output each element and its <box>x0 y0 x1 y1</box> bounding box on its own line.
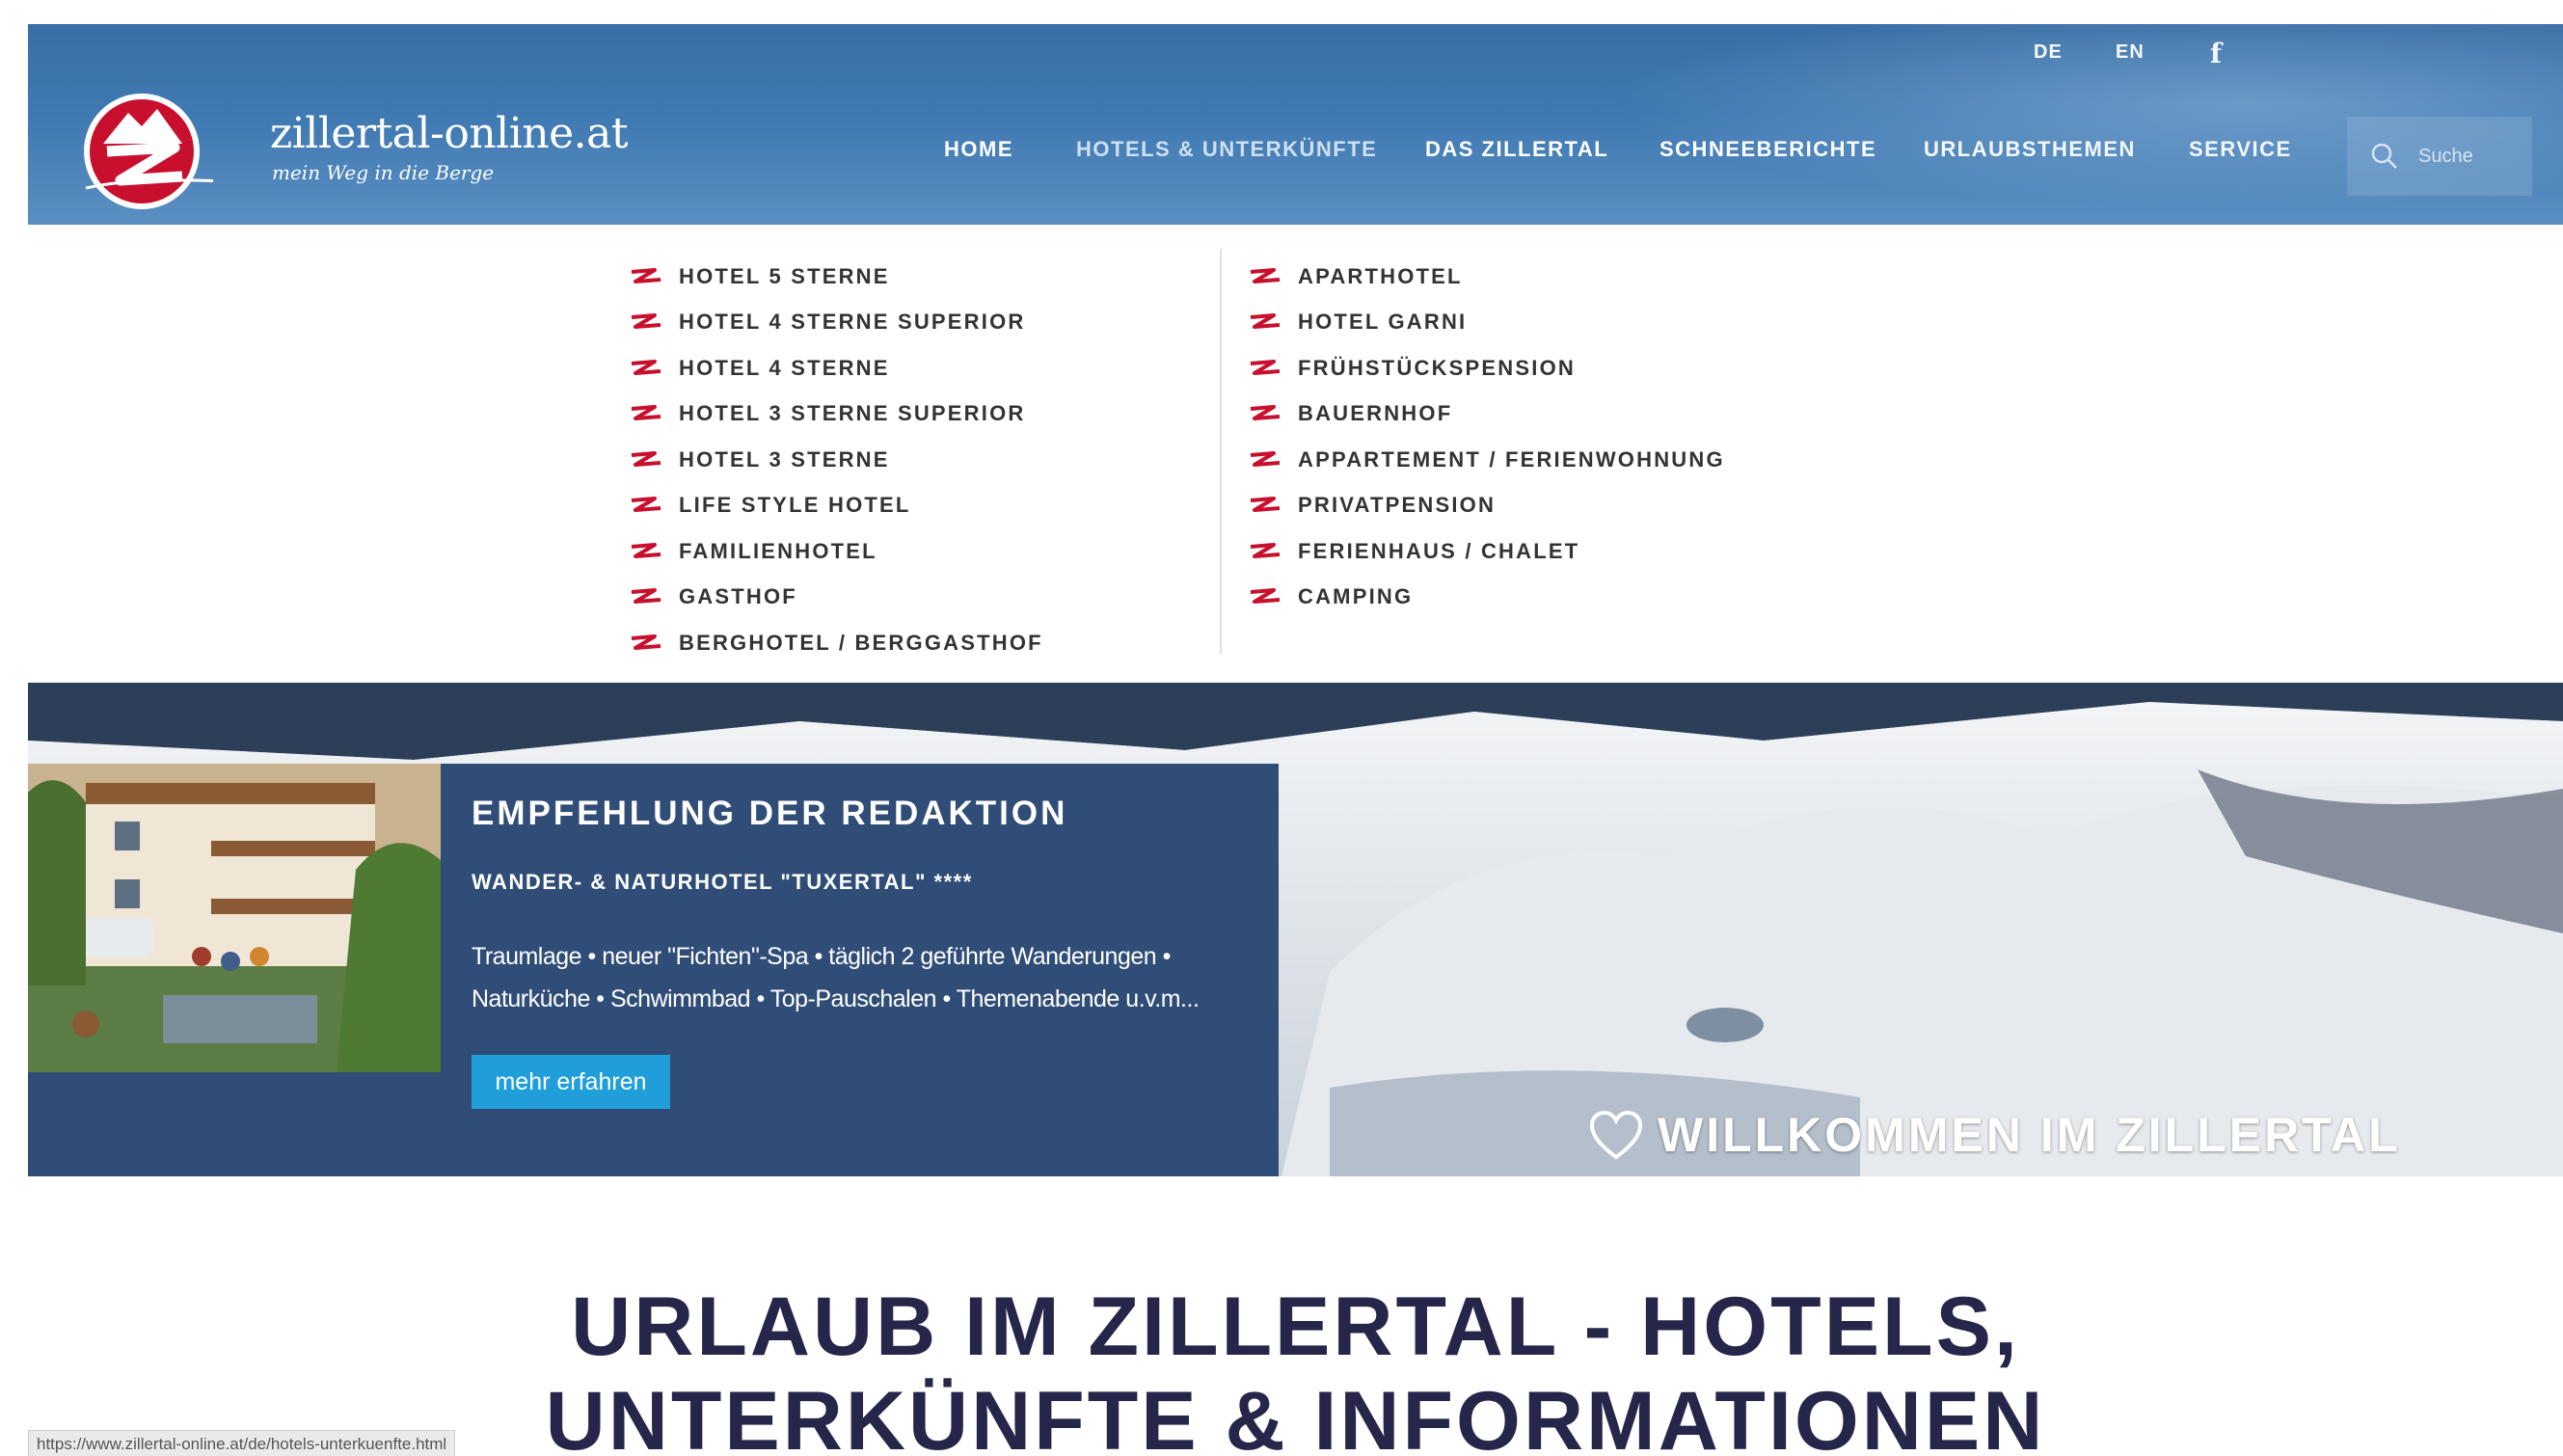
welcome-banner: WILLKOMMEN IM ZILLERTAL <box>1588 1107 2401 1163</box>
dropdown-item[interactable]: APARTHOTEL <box>1245 254 1725 300</box>
zillertal-z-icon <box>631 405 661 421</box>
logo-mark-icon <box>84 94 213 209</box>
zillertal-z-icon <box>1250 267 1281 283</box>
logo-text: zillertal-online.at <box>270 109 629 158</box>
nav-home[interactable]: HOME <box>944 137 1013 162</box>
promo-text-line-1: Traumlage • neuer "Fichten"-Spa • täglic… <box>472 943 1171 970</box>
search-box <box>2347 117 2532 196</box>
dropdown-item-label: APPARTEMENT / FERIENWOHNUNG <box>1298 446 1725 472</box>
dropdown-item-label: HOTEL 3 STERNE <box>679 446 890 472</box>
dropdown-item[interactable]: HOTEL GARNI <box>1245 300 1725 346</box>
search-icon[interactable] <box>2370 142 2399 171</box>
hotel-photo <box>28 764 441 1072</box>
dropdown-item-label: LIFE STYLE HOTEL <box>679 493 911 518</box>
dropdown-item-label: HOTEL GARNI <box>1298 310 1468 335</box>
welcome-text: WILLKOMMEN IM ZILLERTAL <box>1658 1108 2401 1162</box>
zillertal-z-icon <box>631 542 661 558</box>
promo-title: EMPFEHLUNG DER REDAKTION <box>472 795 1068 832</box>
dropdown-item[interactable]: CAMPING <box>1245 575 1725 621</box>
zillertal-z-icon <box>631 588 661 605</box>
dropdown-item[interactable]: HOTEL 3 STERNE SUPERIOR <box>626 391 1043 438</box>
zillertal-z-icon <box>1250 359 1281 375</box>
dropdown-right-column: APARTHOTEL HOTEL GARNI FRÜHSTÜCKSPENSION BA… <box>1245 254 1725 620</box>
promo-description: Traumlage • neuer "Fichten"-Spa • täglic… <box>472 935 1262 1020</box>
dropdown-item-label: GASTHOF <box>679 584 797 609</box>
zillertal-z-icon <box>1250 405 1281 421</box>
zillertal-z-icon <box>631 267 661 283</box>
page-heading-line-1: URLAUB IM ZILLERTAL - HOTELS, <box>571 1281 2020 1373</box>
dropdown-item-label: FRÜHSTÜCKSPENSION <box>1298 355 1576 380</box>
dropdown-item-label: CAMPING <box>1298 584 1414 609</box>
site-header: zillertal-online.at mein Weg in die Berg… <box>28 24 2563 225</box>
zillertal-z-icon <box>631 313 661 330</box>
logo-tagline: mein Weg in die Berge <box>272 161 495 184</box>
dropdown-item-label: PRIVATPENSION <box>1298 493 1497 518</box>
editor-recommendation-panel: EMPFEHLUNG DER REDAKTION WANDER- & NATUR… <box>28 764 1279 1176</box>
zillertal-z-icon <box>1250 588 1281 605</box>
zillertal-z-icon <box>1250 450 1281 467</box>
nav-service[interactable]: SERVICE <box>2189 137 2292 162</box>
zillertal-z-icon <box>631 359 661 375</box>
dropdown-left-column: HOTEL 5 STERNE HOTEL 4 STERNE SUPERIOR HOT… <box>626 254 1043 666</box>
dropdown-item[interactable]: LIFE STYLE HOTEL <box>626 483 1043 529</box>
facebook-icon[interactable]: f <box>2210 38 2222 69</box>
dropdown-item[interactable]: APPARTEMENT / FERIENWOHNUNG <box>1245 437 1725 483</box>
lang-de-link[interactable]: DE <box>2034 41 2063 64</box>
zillertal-z-icon <box>631 497 661 513</box>
dropdown-item-label: APARTHOTEL <box>1298 263 1463 288</box>
hotels-dropdown-menu: HOTEL 5 STERNE HOTEL 4 STERNE SUPERIOR HOT… <box>28 225 2563 686</box>
site-logo[interactable]: zillertal-online.at mein Weg in die Berg… <box>84 92 629 217</box>
nav-hotels-unterkuenfte[interactable]: HOTELS & UNTERKÜNFTE <box>1076 137 1377 162</box>
lang-en-link[interactable]: EN <box>2116 41 2145 64</box>
dropdown-item[interactable]: PRIVATPENSION <box>1245 483 1725 529</box>
hero-banner: EMPFEHLUNG DER REDAKTION WANDER- & NATUR… <box>28 683 2563 1176</box>
zillertal-z-icon <box>631 450 661 467</box>
dropdown-item-label: FERIENHAUS / CHALET <box>1298 538 1580 563</box>
dropdown-item[interactable]: BAUERNHOF <box>1245 391 1725 438</box>
dropdown-item[interactable]: HOTEL 4 STERNE SUPERIOR <box>626 300 1043 346</box>
zillertal-z-icon <box>1250 313 1281 330</box>
more-info-button[interactable]: mehr erfahren <box>472 1055 670 1109</box>
dropdown-item[interactable]: HOTEL 3 STERNE <box>626 437 1043 483</box>
dropdown-item[interactable]: FRÜHSTÜCKSPENSION <box>1245 345 1725 391</box>
dropdown-item-label: FAMILIENHOTEL <box>679 538 877 563</box>
promo-text-line-2: Naturküche • Schwimmbad • Top-Pauschalen… <box>472 985 1200 1012</box>
dropdown-item[interactable]: GASTHOF <box>626 575 1043 621</box>
dropdown-item[interactable]: HOTEL 5 STERNE <box>626 254 1043 300</box>
dropdown-item-label: HOTEL 5 STERNE <box>679 263 890 288</box>
zillertal-z-icon <box>1250 542 1281 558</box>
dropdown-item[interactable]: FERIENHAUS / CHALET <box>1245 528 1725 575</box>
search-input[interactable] <box>2416 136 2526 176</box>
zillertal-z-icon <box>631 634 661 650</box>
nav-urlaubsthemen[interactable]: URLAUBSTHEMEN <box>1924 137 2136 162</box>
dropdown-divider <box>1220 249 1222 654</box>
nav-schneeberichte[interactable]: SCHNEEBERICHTE <box>1659 137 1876 162</box>
heart-icon <box>1589 1110 1643 1160</box>
dropdown-item[interactable]: FAMILIENHOTEL <box>626 528 1043 575</box>
nav-das-zillertal[interactable]: DAS ZILLERTAL <box>1425 137 1608 162</box>
dropdown-item-label: BERGHOTEL / BERGGASTHOF <box>679 630 1043 655</box>
page: zillertal-online.at mein Weg in die Berg… <box>28 24 2563 1456</box>
dropdown-item-label: HOTEL 4 STERNE <box>679 355 890 380</box>
dropdown-item-label: BAUERNHOF <box>1298 401 1453 426</box>
dropdown-item-label: HOTEL 4 STERNE SUPERIOR <box>679 310 1026 335</box>
dropdown-item[interactable]: HOTEL 4 STERNE <box>626 345 1043 391</box>
status-bar-url: https://www.zillertal-online.at/de/hotel… <box>28 1430 456 1456</box>
promo-hotel-name[interactable]: WANDER- & NATURHOTEL "TUXERTAL" **** <box>472 870 973 895</box>
zillertal-z-icon <box>1250 497 1281 513</box>
dropdown-item-label: HOTEL 3 STERNE SUPERIOR <box>679 401 1026 426</box>
dropdown-item[interactable]: BERGHOTEL / BERGGASTHOF <box>626 620 1043 666</box>
